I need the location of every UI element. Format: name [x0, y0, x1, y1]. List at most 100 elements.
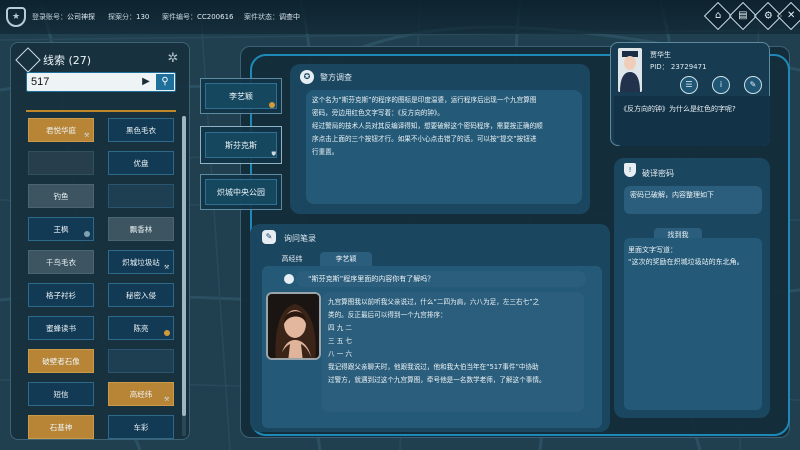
text-line: 密码，旁边用红色文字写着：《反方向的钟》。 [312, 109, 444, 117]
clue-item-label: 千鸟毛衣 [46, 257, 76, 267]
clue-item[interactable]: 王枫 [28, 217, 94, 241]
found-text: 里面文字写道： “这次的奖励在炽城垃圾站的东北角。 [628, 244, 758, 268]
clue-search-input[interactable] [29, 74, 149, 90]
text-line: 八 一 六 [328, 350, 352, 358]
clue-item[interactable]: 陈亮 [108, 316, 174, 340]
person-tab-label: 炽城中央公园 [205, 179, 277, 205]
question-text: “斯芬克斯”程序里面的内容你有了解吗？ [308, 275, 435, 283]
person-tab[interactable]: 李艺颖 [200, 78, 282, 114]
police-badge-icon: ★ [6, 7, 26, 27]
detective-name: 贾华生 [650, 51, 671, 59]
woman-portrait-image [268, 294, 319, 358]
clue-item-label: 钓鱼 [53, 191, 69, 201]
clue-item-label: 优盘 [133, 158, 149, 168]
clue-item[interactable]: 黑色毛衣 [108, 118, 174, 142]
tab-liyiying-label: 李艺颖 [335, 255, 357, 263]
top-status-bar: ★ 登录账号：公司神探 探案分：130 案件编号：CC200616 案件状态：调… [0, 0, 800, 34]
clue-item[interactable]: 破壁者石像 [28, 349, 94, 373]
clue-item[interactable]: 飘香林 [108, 217, 174, 241]
text-line: 三 五 七 [328, 337, 352, 345]
interrogation-title: 询问笔录 [284, 234, 316, 243]
gear-icon: ⚙ [763, 10, 773, 21]
police-text: 这个名为“斯芬克斯”的程序的图标是印度温婆，运行程序后出现一个九宫算图 密码，旁边… [312, 94, 576, 159]
tab-liyiying[interactable]: 李艺颖 [320, 252, 372, 266]
note-button[interactable]: ✎ [744, 76, 762, 94]
text-line: 经过警局的技术人员对其反编译得知，想要破解这个密码程序，需要按正确的顺 [312, 122, 543, 130]
search-submit-button[interactable]: ▶ [139, 75, 153, 89]
text-line: 行重置。 [312, 148, 339, 156]
home-icon: ⌂ [714, 9, 722, 21]
shield-icon: ⛊ [271, 151, 276, 158]
found-content: 里面文字写道： “这次的奖励在炽城垃圾站的东北角。 [624, 238, 762, 410]
clue-search-box: ▶ ⚲ [26, 72, 176, 92]
case-label: 案件编号： [162, 13, 197, 21]
person-tab[interactable]: 炽城中央公园 [200, 174, 282, 210]
clue-item[interactable]: 千鸟毛衣 [28, 250, 94, 274]
tab-gaojingwei[interactable]: 高经纬 [266, 252, 318, 266]
chat-icon: ✎ [262, 230, 276, 244]
clue-diamond-icon [15, 47, 41, 73]
person-tab[interactable]: 斯芬克斯 ⛊ [200, 126, 282, 164]
clue-item-label: 短信 [53, 389, 69, 399]
clue-item-label: 君悦华庭 [46, 125, 76, 135]
clue-item-label: 车彩 [133, 422, 149, 432]
decode-status: 密码已破解，内容整理如下 [624, 186, 762, 214]
clue-scrollbar-thumb[interactable] [182, 116, 186, 416]
clue-item-label: 黑色毛衣 [126, 125, 156, 135]
clue-item[interactable]: 车彩 [108, 415, 174, 439]
suspect-portrait [266, 292, 321, 360]
detective-question: 《反方向的钟》为什么是红色的字呢? [614, 96, 770, 146]
gear-icon: ✲ [167, 51, 179, 66]
close-button[interactable]: ✕ [776, 1, 800, 31]
close-icon: ✕ [786, 9, 796, 21]
shield-icon: ! [624, 163, 636, 177]
answer-card: 九宫算图我以前听我父亲说过，什么“二四为肩，六八为足，左三右七”之 类的。反正最后… [322, 292, 584, 412]
status-label: 案件状态： [244, 13, 279, 21]
account-value: 公司神探 [67, 13, 95, 21]
officer-avatar-image [618, 48, 642, 92]
text-line: 这个名为“斯芬克斯”的程序的图标是印度温婆，运行程序后出现一个九宫算图 [312, 96, 537, 104]
clue-item[interactable]: 优盘 [108, 151, 174, 175]
clue-settings-button[interactable]: ✲ [165, 51, 181, 67]
info-button[interactable]: i [712, 76, 730, 94]
clue-item[interactable]: 君悦华庭 ⚒ [28, 118, 94, 142]
clue-item[interactable]: 炽城垃圾站 ⚒ [108, 250, 174, 274]
clue-item[interactable]: 格子衬衫 [28, 283, 94, 307]
detective-photo [618, 48, 642, 92]
clue-header: 线索 (27) [15, 47, 92, 73]
clue-item-label: 石基神 [49, 422, 73, 432]
question-bubble: “斯芬克斯”程序里面的内容你有了解吗？ [284, 271, 586, 287]
detective-pid: PID： 23729471 [650, 63, 707, 71]
search-icon: ⚲ [161, 76, 169, 87]
text-line: 里面文字写道： [628, 246, 677, 254]
clue-slot-empty[interactable] [28, 151, 94, 175]
text-line: 序点击上面的三个按钮才行。如果不小心点击错了的话，可以按“提交”按钮进 [312, 135, 537, 143]
clue-item-label: 破壁者石像 [42, 356, 80, 366]
person-tab-label: 斯芬克斯 [205, 132, 277, 158]
score-label: 探案分： [108, 13, 136, 21]
case-info: 案件编号：CC200616 [162, 12, 234, 22]
clue-item-label: 高经纬 [129, 389, 153, 399]
clue-item[interactable]: 钓鱼 [28, 184, 94, 208]
clue-item[interactable]: 短信 [28, 382, 94, 406]
hammer-icon: ⚒ [164, 264, 170, 271]
clue-slot-empty[interactable] [108, 184, 174, 208]
search-icon-button[interactable]: ⚲ [156, 74, 174, 90]
hammer-icon: ⚒ [164, 396, 170, 403]
clue-item[interactable]: 石基神 [28, 415, 94, 439]
clue-item-label: 陈亮 [133, 323, 149, 333]
case-value: CC200616 [197, 13, 234, 21]
clue-slot-empty[interactable] [108, 349, 174, 373]
clue-item[interactable]: 蜜蜂读书 [28, 316, 94, 340]
text-line: 四 九 二 [328, 324, 352, 332]
clue-item[interactable]: 秘密入侵 [108, 283, 174, 307]
clue-item[interactable]: 高经纬 ⚒ [108, 382, 174, 406]
clue-item-label: 蜜蜂读书 [46, 323, 76, 333]
account-label: 登录账号： [32, 13, 67, 21]
chat-button[interactable]: ☰ [680, 76, 698, 94]
new-clue-dot-icon [164, 330, 170, 336]
new-info-dot-icon [269, 102, 275, 108]
clue-title: 线索 (27) [43, 54, 92, 67]
status-value: 调查中 [279, 13, 300, 21]
police-title: 警方调查 [320, 73, 352, 82]
